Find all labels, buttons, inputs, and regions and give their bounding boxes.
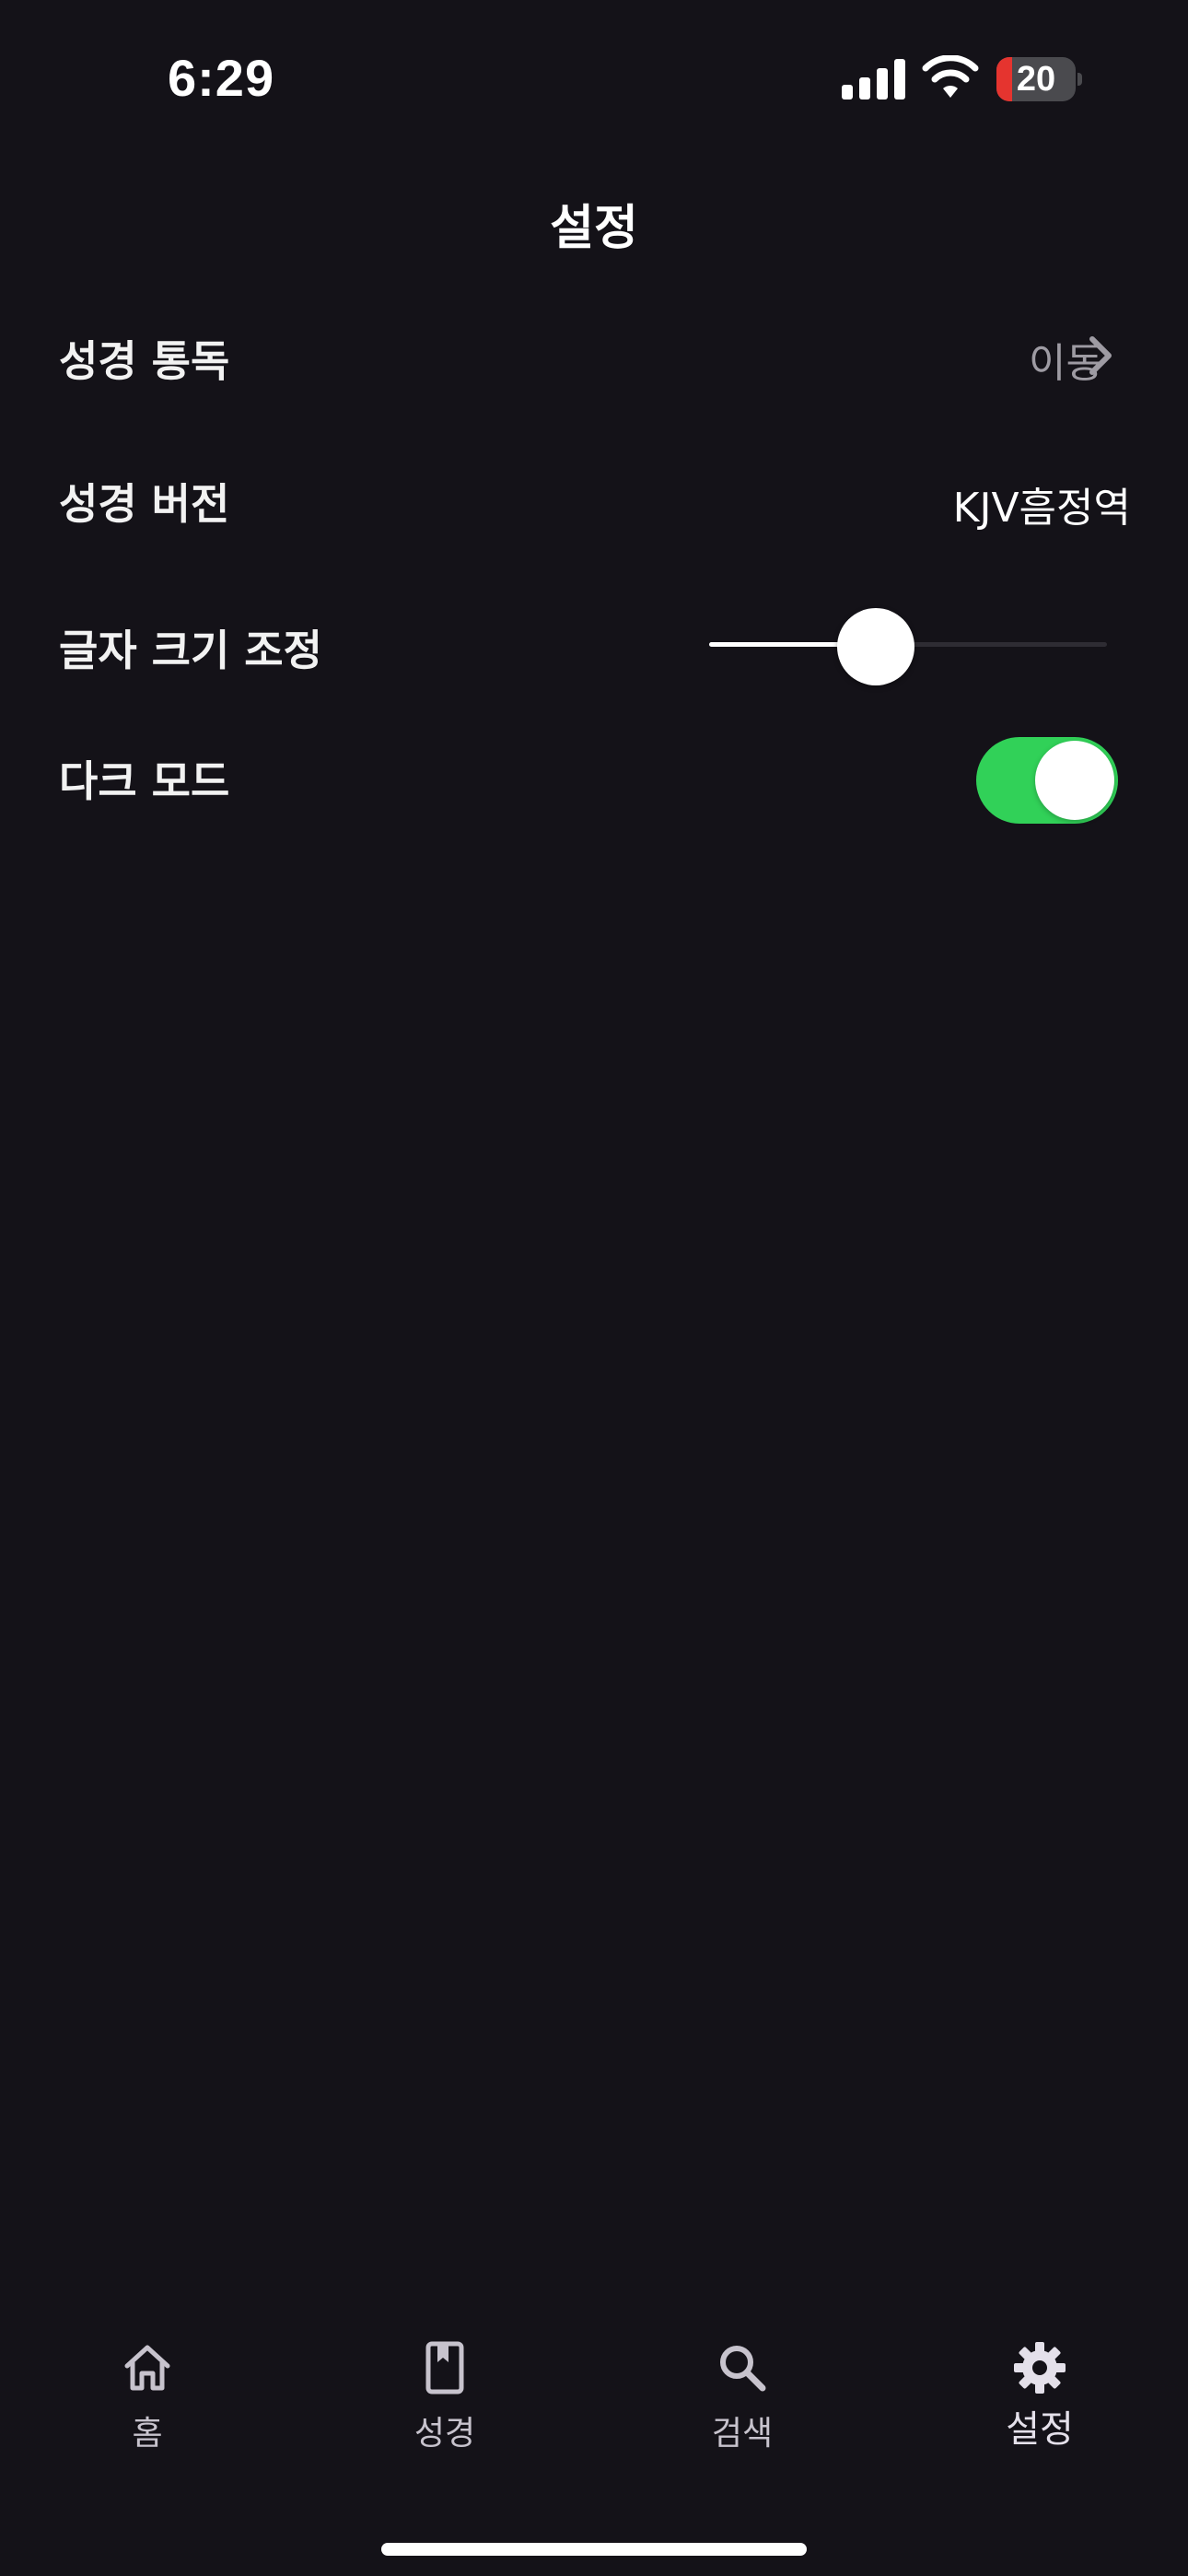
- book-icon: [425, 2341, 464, 2395]
- status-bar: 6:29 20: [0, 0, 1188, 157]
- dark-mode-toggle[interactable]: [976, 737, 1118, 824]
- home-indicator[interactable]: [381, 2543, 807, 2556]
- toggle-knob: [1035, 741, 1114, 820]
- page-title: 설정: [550, 201, 638, 256]
- settings-row-reading-plan[interactable]: 성경 통독 이동: [0, 322, 1188, 387]
- tab-home[interactable]: 홈: [55, 2322, 239, 2460]
- battery-cap: [1077, 73, 1082, 86]
- wifi-icon: [922, 55, 979, 98]
- gear-icon: [1014, 2342, 1066, 2394]
- bible-version-value[interactable]: KJV흠정역: [953, 474, 1131, 533]
- battery-body: 20: [996, 57, 1076, 101]
- chevron-right-icon[interactable]: [1087, 335, 1114, 376]
- tab-label: 설정: [1006, 2408, 1074, 2451]
- bible-version-label: 성경 버전: [59, 479, 230, 529]
- reading-plan-label: 성경 통독: [59, 336, 230, 386]
- tab-label: 성경: [413, 2415, 476, 2453]
- settings-row-font-size: 글자 크기 조정: [0, 608, 1188, 685]
- font-size-slider[interactable]: [709, 608, 1107, 685]
- dark-mode-label: 다크 모드: [59, 756, 230, 806]
- tab-label: 검색: [711, 2415, 774, 2453]
- font-size-label: 글자 크기 조정: [59, 626, 322, 675]
- tab-search[interactable]: 검색: [650, 2322, 834, 2460]
- slider-thumb[interactable]: [837, 608, 915, 685]
- tab-settings[interactable]: 설정: [948, 2322, 1132, 2460]
- settings-row-bible-version[interactable]: 성경 버전 KJV흠정역: [0, 465, 1188, 533]
- tab-label: 홈: [132, 2415, 163, 2453]
- search-icon: [720, 2346, 766, 2392]
- bottom-tab-bar: 홈 성경 검색 설정: [0, 2322, 1188, 2488]
- status-time: 6:29: [168, 49, 275, 107]
- settings-row-dark-mode: 다크 모드: [0, 737, 1188, 825]
- battery-indicator: 20: [996, 57, 1082, 101]
- home-icon: [124, 2345, 170, 2391]
- cellular-signal-icon: [842, 59, 905, 100]
- tab-bible[interactable]: 성경: [353, 2322, 537, 2460]
- battery-level: 20: [1016, 60, 1056, 99]
